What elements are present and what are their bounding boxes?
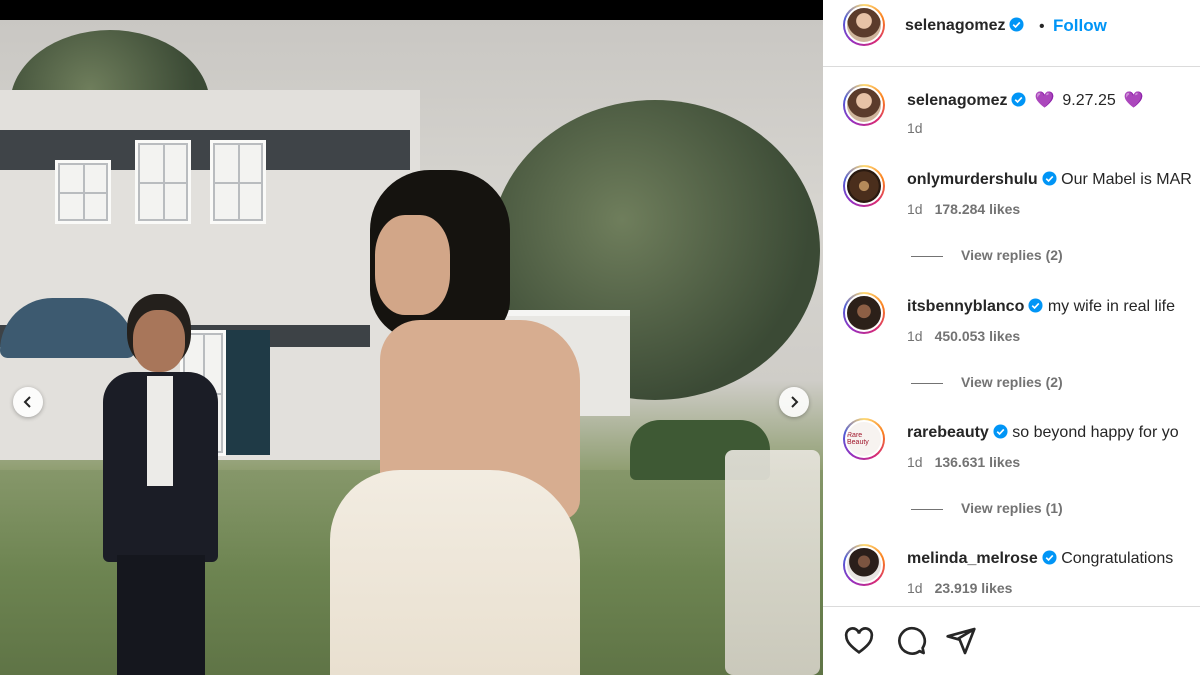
avatar-image [845,294,883,332]
comment-likes[interactable]: 178.284 likes [935,201,1021,217]
comment-icon[interactable] [895,625,927,657]
comment-time[interactable]: 1d [907,454,923,470]
separator-dot: • [1039,18,1045,35]
comment-body: Congratulations [1061,550,1174,567]
commenter-avatar[interactable]: Rare Beauty [843,418,885,460]
comment-row: melinda_melrose Congratulations 1d 23.919… [823,544,1200,604]
view-replies-button[interactable]: View replies (2) [911,374,1063,390]
avatar-image [845,86,883,124]
carousel-next-button[interactable] [779,387,809,417]
caption-meta: 1d [907,120,923,136]
groom [95,310,225,675]
comment-likes[interactable]: 23.919 likes [935,580,1013,596]
comment-meta: 1d 450.053 likes [907,328,1020,344]
chevron-left-icon [23,396,31,408]
comment-username[interactable]: itsbennyblanco [907,298,1024,315]
bride-face [375,215,450,315]
author-avatar[interactable] [843,4,885,46]
caption-avatar[interactable] [843,84,885,126]
view-replies-label: View replies (2) [961,247,1063,263]
window [135,140,191,224]
purple-heart-emoji: 💜 [1034,92,1055,109]
groom-head [133,310,185,372]
post-actions [823,606,1200,675]
groom-legs [117,555,205,675]
view-replies-button[interactable]: View replies (1) [911,500,1063,516]
comment-time[interactable]: 1d [907,580,923,596]
view-replies-label: View replies (2) [961,374,1063,390]
comment-meta: 1d 178.284 likes [907,201,1020,217]
comment-username[interactable]: onlymurdershulu [907,171,1038,188]
carousel-prev-button[interactable] [13,387,43,417]
comment-row: itsbennyblanco my wife in real life 1d 45… [823,292,1200,392]
comment-text: melinda_melrose Congratulations [907,550,1173,568]
replies-divider [911,508,943,510]
caption-row: selenagomez 💜 9.27.25 💜 1d [823,84,1200,144]
replies-divider [911,382,943,384]
comment-text: rarebeauty so beyond happy for yo [907,424,1179,442]
comment-likes[interactable]: 136.631 likes [935,454,1021,470]
comment-username[interactable]: rarebeauty [907,424,989,441]
window [210,140,266,224]
verified-badge-icon [1042,550,1057,565]
comment-row: onlymurdershulu Our Mabel is MAR 1d 178.2… [823,165,1200,265]
view-replies-label: View replies (1) [961,500,1063,516]
caption-body: 9.27.25 [1062,92,1116,109]
author-name-text: selenagomez [905,17,1006,34]
caption-text: selenagomez 💜 9.27.25 💜 [907,90,1152,110]
avatar-image [845,546,883,584]
verified-badge-icon [1011,92,1027,107]
avatar-image: Rare Beauty [845,420,883,458]
view-replies-button[interactable]: View replies (2) [911,247,1063,263]
comment-likes[interactable]: 450.053 likes [935,328,1021,344]
caption-time[interactable]: 1d [907,120,923,136]
comment-time[interactable]: 1d [907,328,923,344]
purple-heart-emoji: 💜 [1123,92,1144,109]
share-icon[interactable] [945,625,977,657]
post-sidebar: selenagomez • Follow selenagomez 💜 9.27.25… [823,0,1200,675]
comment-time[interactable]: 1d [907,201,923,217]
chairs [725,450,820,675]
window [55,160,111,224]
comment-body: so beyond happy for yo [1012,424,1179,441]
comment-username[interactable]: melinda_melrose [907,550,1038,567]
verified-badge-icon [1009,17,1025,32]
verified-badge-icon [1028,298,1043,313]
post-media [0,0,823,675]
commenter-avatar[interactable] [843,165,885,207]
verified-badge-icon [1042,171,1057,186]
post-header: selenagomez • Follow [823,0,1200,67]
heart-icon[interactable] [843,625,875,657]
bride-dress [330,470,580,675]
groom-shirt [147,376,173,486]
commenter-avatar[interactable] [843,544,885,586]
comment-meta: 1d 136.631 likes [907,454,1020,470]
comment-text: itsbennyblanco my wife in real life [907,298,1175,316]
post-photo [0,20,823,675]
follow-button[interactable]: Follow [1053,16,1107,36]
bride [260,170,620,675]
comment-body: my wife in real life [1047,298,1175,315]
chevron-right-icon [791,396,799,408]
comment-meta: 1d 23.919 likes [907,580,1012,596]
avatar-image [845,6,883,44]
author-username[interactable]: selenagomez [905,17,1025,35]
commenter-avatar[interactable] [843,292,885,334]
avatar-image [845,167,883,205]
replies-divider [911,255,943,257]
caption-username[interactable]: selenagomez [907,92,1007,109]
comment-text: onlymurdershulu Our Mabel is MAR [907,171,1192,189]
comment-body: Our Mabel is MAR [1061,171,1192,188]
verified-badge-icon [993,424,1008,439]
comment-row: Rare Beauty rarebeauty so beyond happy f… [823,418,1200,518]
